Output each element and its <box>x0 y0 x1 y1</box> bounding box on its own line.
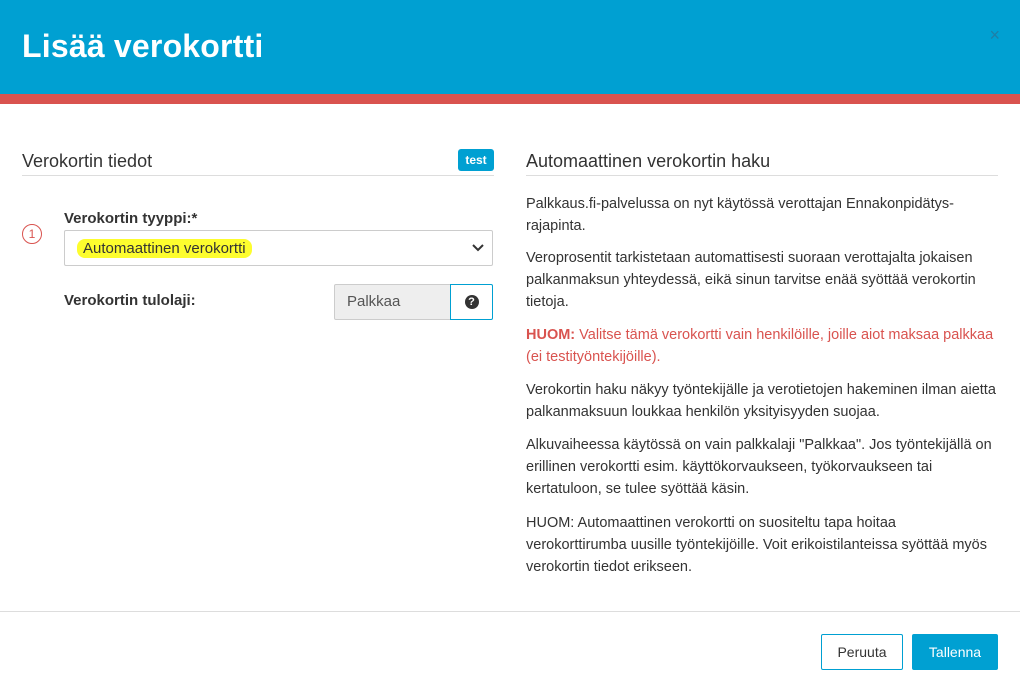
chevron-down-icon <box>472 244 484 252</box>
save-button[interactable]: Tallenna <box>912 634 998 670</box>
header-accent-stripe <box>0 94 1020 104</box>
info-paragraph: HUOM: Automaattinen verokortti on suosit… <box>526 515 987 575</box>
help-button[interactable]: ? <box>450 284 493 320</box>
footer-divider <box>0 611 1020 612</box>
tax-card-type-value: Automaattinen verokortti <box>77 239 252 258</box>
tax-card-type-select[interactable]: Automaattinen verokortti <box>64 230 493 266</box>
income-type-field: Palkkaa <box>334 284 451 320</box>
info-paragraph: Verokortin haku näkyy työntekijälle ja v… <box>526 382 996 420</box>
left-divider <box>22 175 494 176</box>
income-type-value: Palkkaa <box>347 293 401 310</box>
section-title-automatic-tax-card: Automaattinen verokortin haku <box>526 151 771 171</box>
info-paragraph: Veroprosentit tarkistetaan automattisest… <box>526 250 976 310</box>
info-paragraph: Palkkaus.fi-palvelussa on nyt käytössä v… <box>526 196 954 234</box>
income-type-label: Verokortin tulolaji: <box>64 292 196 309</box>
cancel-button[interactable]: Peruuta <box>821 634 903 670</box>
section-title-tax-card-details: Verokortin tiedot <box>22 151 153 171</box>
step-number-icon: 1 <box>22 224 42 244</box>
close-icon[interactable]: × <box>989 26 1000 44</box>
warning-paragraph: HUOM: Valitse tämä verokortti vain henki… <box>526 324 998 368</box>
dialog-header: Lisää verokortti × <box>0 0 1020 94</box>
right-divider <box>526 175 998 176</box>
info-paragraph: Alkuvaiheessa käytössä on vain palkkalaj… <box>526 437 992 497</box>
dialog-title: Lisää verokortti <box>22 28 264 64</box>
tax-card-type-label: Verokortin tyyppi:* <box>64 210 198 227</box>
test-badge: test <box>458 149 494 171</box>
warning-label: HUOM: <box>526 327 576 343</box>
warning-text: Valitse tämä verokortti vain henkilöille… <box>526 327 994 365</box>
question-circle-icon: ? <box>464 295 479 309</box>
